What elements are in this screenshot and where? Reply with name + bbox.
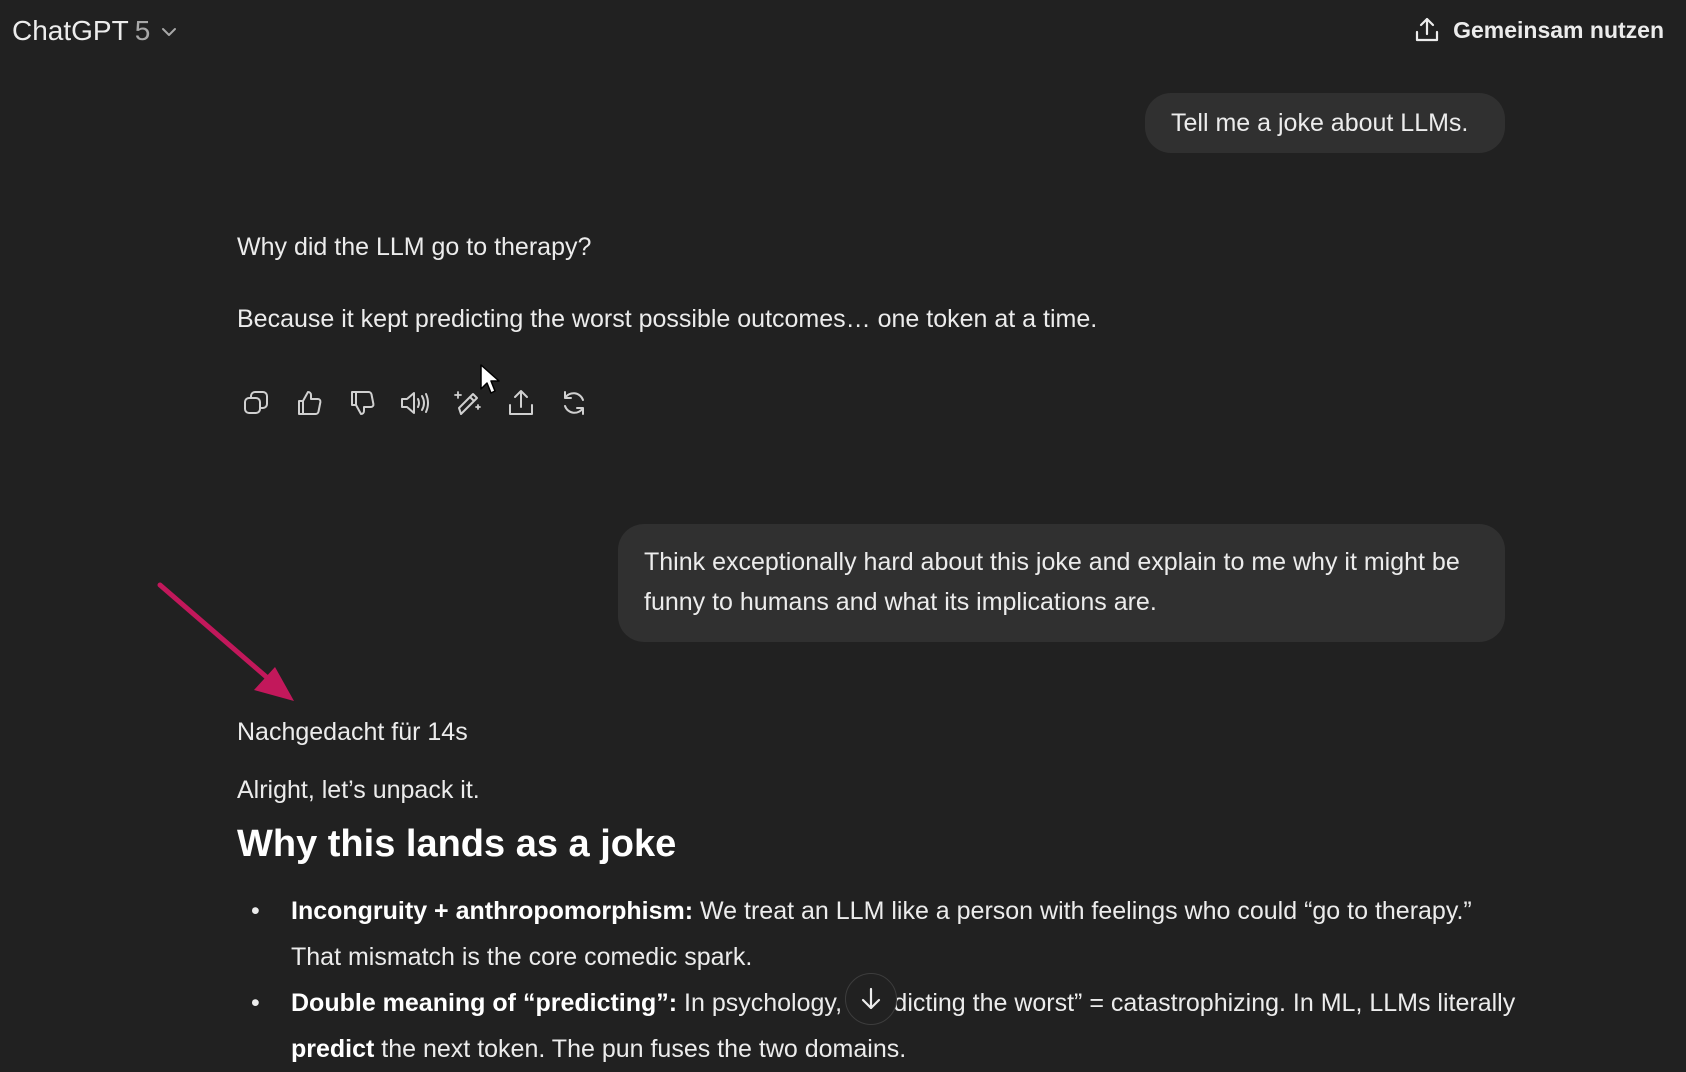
model-switcher[interactable]: ChatGPT 5 <box>12 12 178 50</box>
assistant-message-line: Why did the LLM go to therapy? <box>237 233 592 261</box>
share-icon <box>509 390 533 415</box>
annotation-arrow-icon <box>157 582 294 701</box>
scroll-to-bottom-button[interactable] <box>845 973 897 1025</box>
section-heading: Why this lands as a joke <box>237 823 677 865</box>
bullet-term: Incongruity + anthropomorphism: <box>291 897 694 925</box>
copy-button[interactable] <box>236 383 276 423</box>
model-name: ChatGPT <box>12 15 129 46</box>
user-message: Think exceptionally hard about this joke… <box>618 524 1505 642</box>
share-button[interactable]: Gemeinsam nutzen <box>1413 12 1664 48</box>
thumbs-up-button[interactable] <box>289 383 329 423</box>
mouse-cursor-icon <box>480 364 500 394</box>
thumbs-down-icon <box>351 391 375 415</box>
arrow-down-icon <box>861 987 881 1010</box>
bullet-text: In psychology, “predicting the worst” = … <box>677 989 1516 1017</box>
assistant-message-line: Because it kept predicting the worst pos… <box>237 305 1098 333</box>
share-icon <box>1416 17 1439 42</box>
regenerate-button[interactable] <box>554 383 594 423</box>
thought-duration-toggle[interactable]: Nachgedacht für 14s <box>237 718 468 747</box>
regenerate-icon <box>564 391 584 415</box>
share-message-button[interactable] <box>501 383 541 423</box>
top-bar: ChatGPT 5 Gemeinsam nutzen <box>0 0 1686 62</box>
user-message-text: Tell me a joke about LLMs. <box>1171 109 1469 137</box>
chevron-down-icon <box>162 28 177 36</box>
model-version: 5 <box>134 15 151 46</box>
copy-icon <box>244 391 268 414</box>
bullet-term: Double meaning of “predicting”: <box>291 989 678 1017</box>
read-aloud-icon <box>401 392 429 414</box>
thumbs-down-button[interactable] <box>342 383 382 423</box>
assistant-intro: Alright, let’s unpack it. <box>237 776 480 804</box>
user-message: Tell me a joke about LLMs. <box>1145 93 1505 153</box>
list-item: Incongruity + anthropomorphism: We treat… <box>237 888 1527 980</box>
bullet-text: the next token. The pun fuses the two do… <box>374 1035 907 1063</box>
thumbs-up-icon <box>298 391 322 415</box>
read-aloud-button[interactable] <box>395 383 435 423</box>
message-actions <box>236 383 594 423</box>
share-label: Gemeinsam nutzen <box>1453 16 1664 43</box>
user-message-text: Think exceptionally hard about this joke… <box>644 548 1460 616</box>
bullet-emphasis: predict <box>291 1035 375 1063</box>
